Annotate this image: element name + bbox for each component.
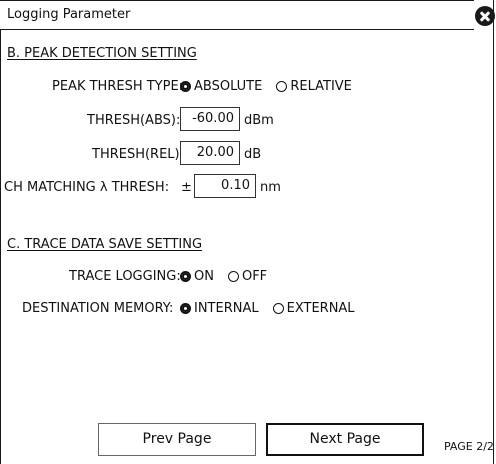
next-page-button[interactable]: Next Page xyxy=(266,423,424,456)
peak-section-heading: B. PEAK DETECTION SETTING xyxy=(7,46,197,61)
radio-selected-icon xyxy=(180,303,191,314)
radio-selected-icon xyxy=(180,271,191,282)
trace-section-heading: C. TRACE DATA SAVE SETTING xyxy=(7,237,203,252)
peak-thresh-type-radio-group: ABSOLUTE RELATIVE xyxy=(180,79,352,94)
trace-logging-radio-group: ON OFF xyxy=(180,269,267,284)
thresh-rel-unit: dB xyxy=(244,147,262,162)
dialog-frame xyxy=(0,0,494,464)
radio-external[interactable]: EXTERNAL xyxy=(272,301,355,316)
thresh-abs-label: THRESH(ABS): xyxy=(87,113,181,128)
radio-internal-label: INTERNAL xyxy=(194,301,259,316)
prev-page-button[interactable]: Prev Page xyxy=(98,423,256,456)
thresh-abs-input[interactable]: -60.00 xyxy=(180,107,240,131)
close-icon[interactable] xyxy=(475,6,495,26)
radio-unselected-icon xyxy=(227,271,239,282)
radio-off-label: OFF xyxy=(241,269,268,284)
thresh-rel-input[interactable]: 20.00 xyxy=(180,141,240,165)
radio-unselected-icon xyxy=(276,81,288,92)
ch-match-label: CH MATCHING λ THRESH: xyxy=(4,180,170,195)
radio-on[interactable]: ON xyxy=(180,269,214,284)
destination-memory-radio-group: INTERNAL EXTERNAL xyxy=(180,301,355,316)
radio-external-label: EXTERNAL xyxy=(286,301,355,316)
page-indicator: PAGE 2/2 xyxy=(444,440,494,453)
radio-internal[interactable]: INTERNAL xyxy=(180,301,259,316)
radio-relative[interactable]: RELATIVE xyxy=(276,79,352,94)
peak-thresh-type-label: PEAK THRESH TYPE: xyxy=(52,79,184,94)
plus-minus-sign: ± xyxy=(181,180,192,195)
radio-unselected-icon xyxy=(272,303,284,314)
radio-selected-icon xyxy=(180,81,191,92)
radio-on-label: ON xyxy=(194,269,214,284)
radio-absolute-label: ABSOLUTE xyxy=(194,79,263,94)
ch-match-unit: nm xyxy=(260,180,281,195)
thresh-rel-label: THRESH(REL): xyxy=(92,147,185,162)
trace-logging-label: TRACE LOGGING: xyxy=(69,269,181,284)
radio-off[interactable]: OFF xyxy=(227,269,268,284)
ch-match-input[interactable]: 0.10 xyxy=(194,174,256,198)
radio-absolute[interactable]: ABSOLUTE xyxy=(180,79,262,94)
thresh-abs-unit: dBm xyxy=(244,113,274,128)
dialog-title: Logging Parameter xyxy=(7,7,131,22)
radio-relative-label: RELATIVE xyxy=(290,79,352,94)
destination-memory-label: DESTINATION MEMORY: xyxy=(22,301,174,316)
title-bar: Logging Parameter xyxy=(0,0,474,30)
